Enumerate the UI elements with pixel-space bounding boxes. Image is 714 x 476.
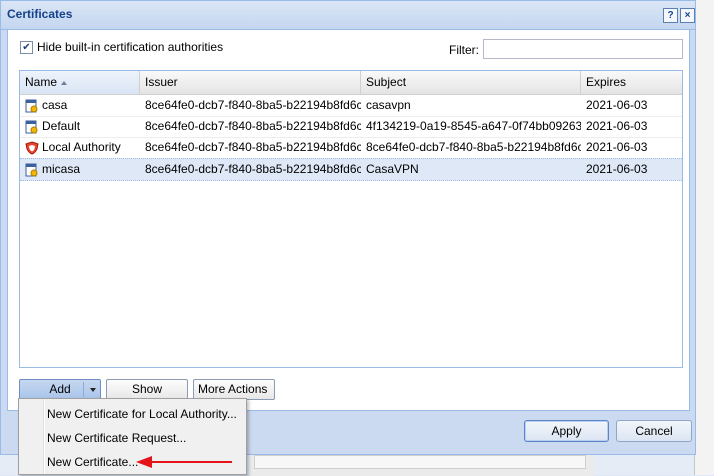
cert-name: casa (42, 98, 68, 112)
filter-input[interactable] (483, 39, 683, 59)
certificate-icon (25, 163, 39, 177)
cell-name: micasa (20, 159, 140, 180)
cell-name: Default (20, 116, 140, 137)
column-header-expires[interactable]: Expires (581, 71, 682, 94)
cell-issuer: 8ce64fe0-dcb7-f840-8ba5-b22194b8fd6c (145, 162, 361, 176)
column-header-issuer[interactable]: Issuer (140, 71, 361, 94)
column-header-subject[interactable]: Subject (361, 71, 581, 94)
dialog-titlebar[interactable]: Certificates ? × (1, 1, 695, 30)
hide-builtin-checkbox[interactable]: ✔ (20, 40, 33, 54)
cell-subject: 4f134219-0a19-8545-a647-0f74bb092631 (366, 119, 581, 133)
cell-expires: 2021-06-03 (586, 98, 648, 112)
hide-builtin-row: ✔ Hide built-in certification authoritie… (20, 40, 223, 54)
table-row[interactable]: Default 8ce64fe0-dcb7-f840-8ba5-b22194b8… (20, 116, 682, 138)
add-button-label: Add (49, 382, 71, 396)
cell-expires: 2021-06-03 (586, 162, 648, 176)
cert-name: Default (42, 119, 81, 133)
cell-name: Local Authority (20, 137, 140, 158)
annotation-arrow-icon (136, 456, 152, 468)
authority-shield-icon (25, 141, 39, 155)
grid-header: Name Issuer Subject Expires (20, 71, 682, 95)
menu-item-new-certificate-request[interactable]: New Certificate Request... (47, 426, 186, 450)
dialog-body: ✔ Hide built-in certification authoritie… (7, 29, 690, 415)
add-button[interactable]: Add (19, 379, 101, 400)
annotation-arrow-line (150, 461, 232, 463)
cell-issuer: 8ce64fe0-dcb7-f840-8ba5-b22194b8fd6c (145, 119, 361, 133)
add-dropdown-menu: New Certificate for Local Authority... N… (18, 398, 247, 475)
certificates-grid: Name Issuer Subject Expires casa 8ce64fe… (19, 70, 683, 368)
cell-issuer: 8ce64fe0-dcb7-f840-8ba5-b22194b8fd6c (145, 140, 361, 154)
hide-builtin-label[interactable]: Hide built-in certification authorities (37, 40, 223, 54)
cancel-button[interactable]: Cancel (616, 420, 692, 442)
cert-name: micasa (42, 162, 81, 176)
certificates-dialog: Certificates ? × ✔ Hide built-in certifi… (0, 0, 696, 455)
filter-label: Filter: (449, 43, 479, 57)
cell-expires: 2021-06-03 (586, 119, 648, 133)
background-field (254, 455, 586, 469)
menu-item-new-certificate[interactable]: New Certificate... (47, 450, 138, 474)
dialog-title: Certificates (7, 7, 73, 21)
cell-issuer: 8ce64fe0-dcb7-f840-8ba5-b22194b8fd6c (145, 98, 361, 112)
menu-item-new-certificate-for-local-authority[interactable]: New Certificate for Local Authority... (47, 402, 237, 426)
help-icon[interactable]: ? (663, 8, 678, 23)
table-row[interactable]: Local Authority 8ce64fe0-dcb7-f840-8ba5-… (20, 137, 682, 159)
close-icon[interactable]: × (680, 8, 695, 23)
show-details-button[interactable]: Show Details... (106, 379, 188, 415)
cell-subject: casavpn (366, 98, 411, 112)
chevron-down-icon[interactable] (90, 388, 96, 392)
cell-name: casa (20, 95, 140, 116)
background-side-panel (694, 0, 714, 475)
certificate-icon (25, 120, 39, 134)
table-row[interactable]: casa 8ce64fe0-dcb7-f840-8ba5-b22194b8fd6… (20, 95, 682, 117)
certificate-icon (25, 99, 39, 113)
sort-ascending-icon (61, 80, 68, 85)
column-header-name[interactable]: Name (20, 71, 140, 94)
cert-name: Local Authority (42, 140, 121, 154)
split-separator (83, 382, 84, 397)
more-actions-button[interactable]: More Actions (193, 379, 275, 411)
cell-subject: CasaVPN (366, 162, 419, 176)
cell-subject: 8ce64fe0-dcb7-f840-8ba5-b22194b8fd6c (366, 140, 581, 154)
menu-gutter (43, 399, 45, 474)
table-row-selected[interactable]: micasa 8ce64fe0-dcb7-f840-8ba5-b22194b8f… (20, 158, 682, 181)
cell-expires: 2021-06-03 (586, 140, 648, 154)
column-header-name-label: Name (25, 75, 58, 89)
apply-button[interactable]: Apply (524, 420, 609, 442)
more-actions-label: More Actions (198, 382, 268, 396)
